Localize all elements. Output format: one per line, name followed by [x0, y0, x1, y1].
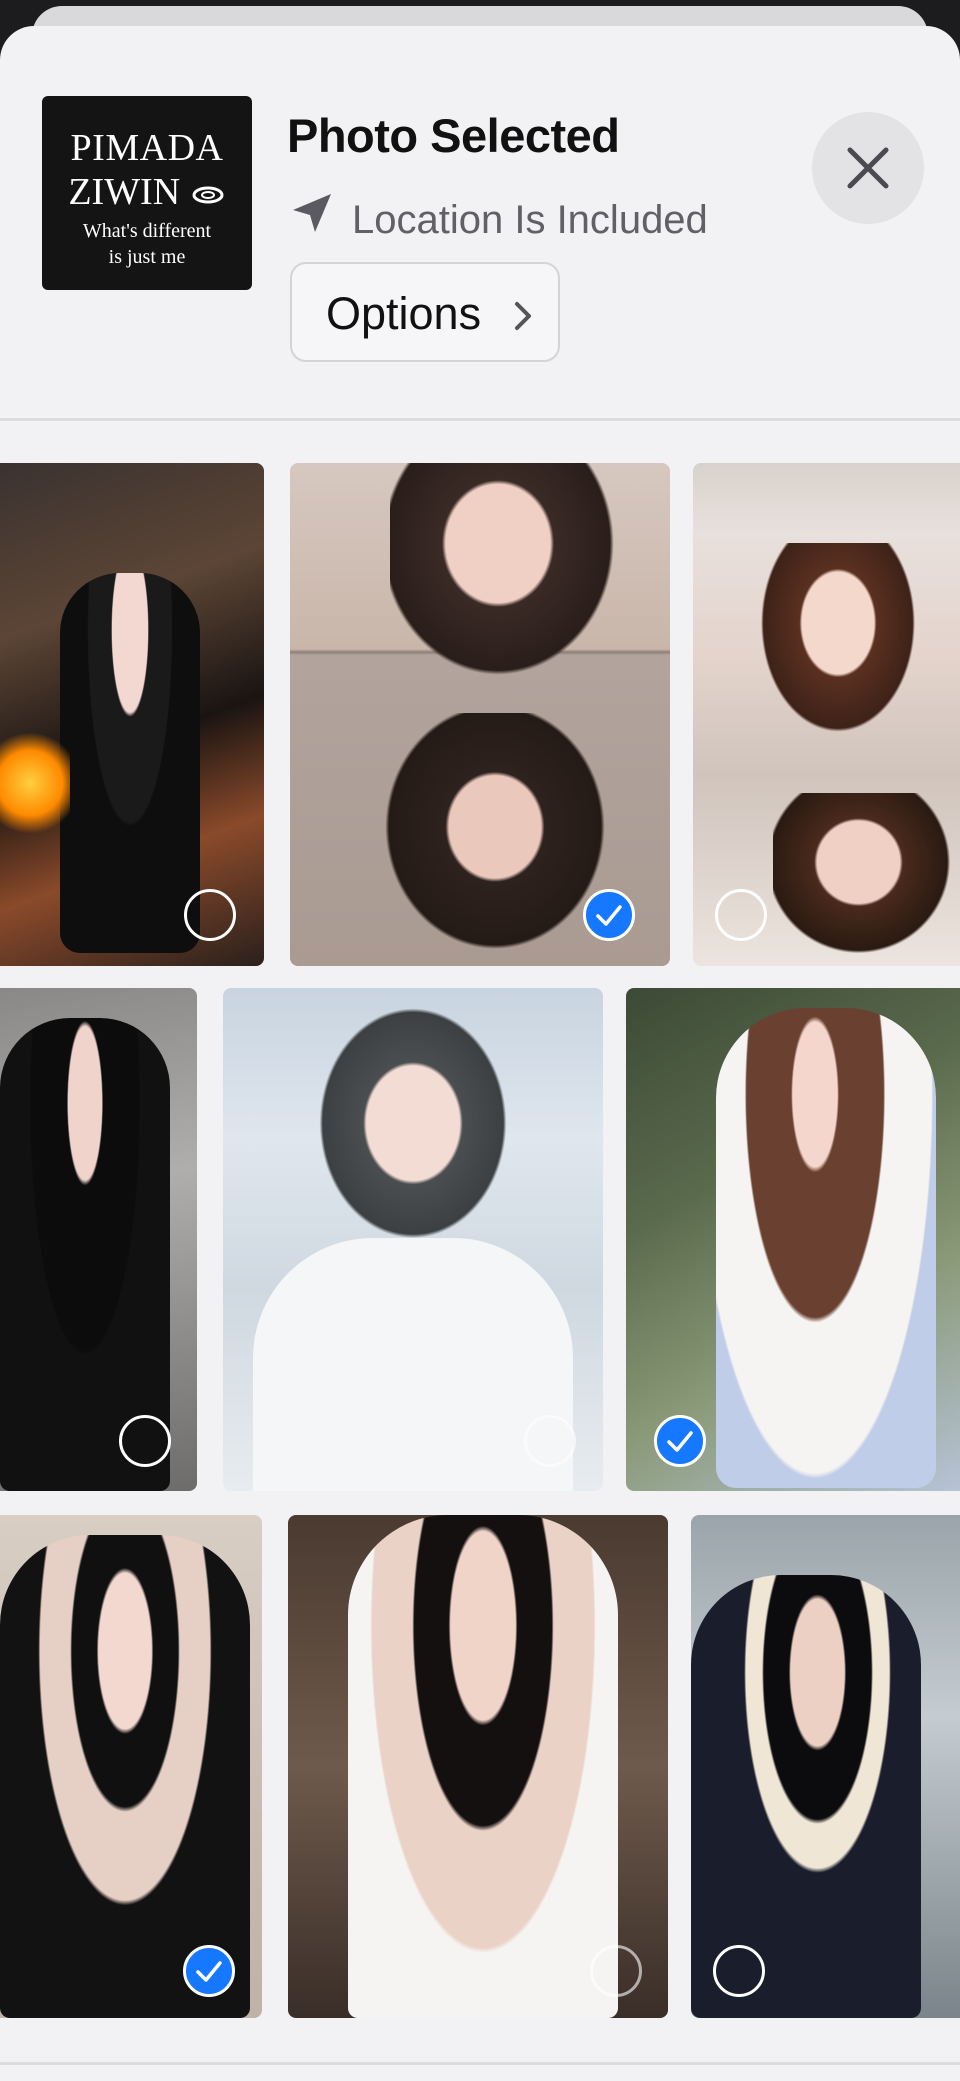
share-sheet: PIMADA ZIWIN What's different is just me…: [0, 26, 960, 2081]
chevron-right-icon: [515, 302, 531, 330]
photo-content: [390, 463, 630, 693]
close-icon: [847, 147, 889, 189]
photo-content: [60, 573, 200, 953]
photo-content: [348, 1515, 618, 2018]
swirl-icon: [192, 186, 224, 204]
selected-checkmark[interactable]: [583, 889, 635, 941]
thumbnail-text-line: What's different: [82, 220, 212, 242]
selection-circle[interactable]: [119, 1415, 171, 1467]
location-arrow-icon: [293, 194, 331, 232]
thumbnail-text-line: is just me: [108, 246, 186, 268]
selected-checkmark[interactable]: [183, 1945, 235, 1997]
location-status: Location Is Included: [352, 198, 708, 242]
header-divider: [0, 418, 960, 421]
selection-circle[interactable]: [590, 1945, 642, 1997]
checkmark-icon: [596, 905, 622, 926]
photo-tile[interactable]: [288, 1515, 668, 2018]
photo-content: [370, 713, 620, 966]
photo-content: [253, 1238, 573, 1491]
photo-content: [716, 1008, 936, 1488]
photo-tile[interactable]: [0, 1515, 262, 2018]
photo-content: [303, 988, 523, 1248]
photo-content: [0, 723, 70, 843]
selection-circle[interactable]: [184, 889, 236, 941]
photo-tile[interactable]: [0, 988, 197, 1491]
photo-tile[interactable]: [691, 1515, 960, 2018]
checkmark-icon: [667, 1431, 693, 1452]
selected-checkmark[interactable]: [654, 1415, 706, 1467]
close-button[interactable]: [812, 112, 924, 224]
options-label: Options: [326, 288, 482, 339]
photo-content: [773, 793, 960, 966]
thumbnail-text-line: ZIWIN: [42, 170, 252, 214]
options-button[interactable]: Options: [290, 262, 560, 362]
bottom-divider: [0, 2062, 960, 2065]
checkmark-icon: [196, 1961, 222, 1982]
selection-circle[interactable]: [713, 1945, 765, 1997]
thumbnail-text-line: PIMADA: [70, 127, 224, 169]
selected-photo-thumbnail: PIMADA ZIWIN What's different is just me: [42, 96, 252, 290]
selection-circle[interactable]: [715, 889, 767, 941]
sheet-title: Photo Selected: [287, 109, 620, 162]
selection-circle[interactable]: [524, 1415, 576, 1467]
photo-tile[interactable]: [0, 463, 264, 966]
photo-content: [753, 543, 923, 743]
